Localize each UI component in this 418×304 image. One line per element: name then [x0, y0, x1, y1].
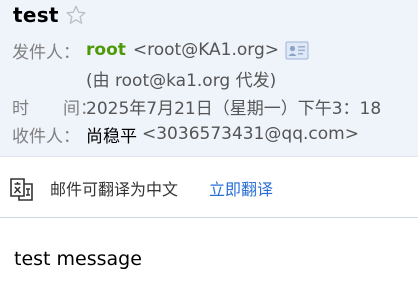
- translate-bar: 邮件可翻译为中文 立即翻译: [0, 156, 418, 218]
- time-label-left: 时: [12, 98, 29, 119]
- to-label: 收件人：: [12, 126, 80, 147]
- recipient-address[interactable]: <3036573431@qq.com>: [142, 124, 359, 144]
- time-label: 时间：: [12, 94, 97, 119]
- to-row: 收件人： 尚稳平 <3036573431@qq.com>: [12, 122, 359, 147]
- recipient-name[interactable]: 尚稳平: [86, 122, 137, 147]
- sender-via-row: (由 root@ka1.org 代发): [86, 66, 277, 91]
- email-subject: test: [13, 3, 59, 27]
- translate-prompt: 邮件可翻译为中文: [50, 180, 179, 199]
- sender-name[interactable]: root: [86, 40, 126, 60]
- translate-icon: [8, 174, 36, 202]
- contact-card-icon[interactable]: [285, 41, 309, 60]
- from-label: 发件人：: [12, 42, 80, 63]
- sender-address[interactable]: <root@KA1.org>: [133, 40, 279, 60]
- time-row: 时间： 2025年7月21日（星期一）下午3：18: [12, 94, 382, 119]
- sender-via: (由 root@ka1.org 代发): [86, 70, 277, 91]
- from-row: 发件人： root <root@KA1.org>: [12, 38, 309, 63]
- subject-row: test: [13, 2, 87, 28]
- translate-now-link[interactable]: 立即翻译: [209, 176, 273, 200]
- email-header: test 发件人： root <root@KA1.org> (由 root@ka…: [0, 0, 418, 156]
- star-icon[interactable]: [65, 4, 87, 26]
- email-body: test message: [14, 248, 142, 270]
- email-date: 2025年7月21日（星期一）下午3：18: [86, 98, 382, 119]
